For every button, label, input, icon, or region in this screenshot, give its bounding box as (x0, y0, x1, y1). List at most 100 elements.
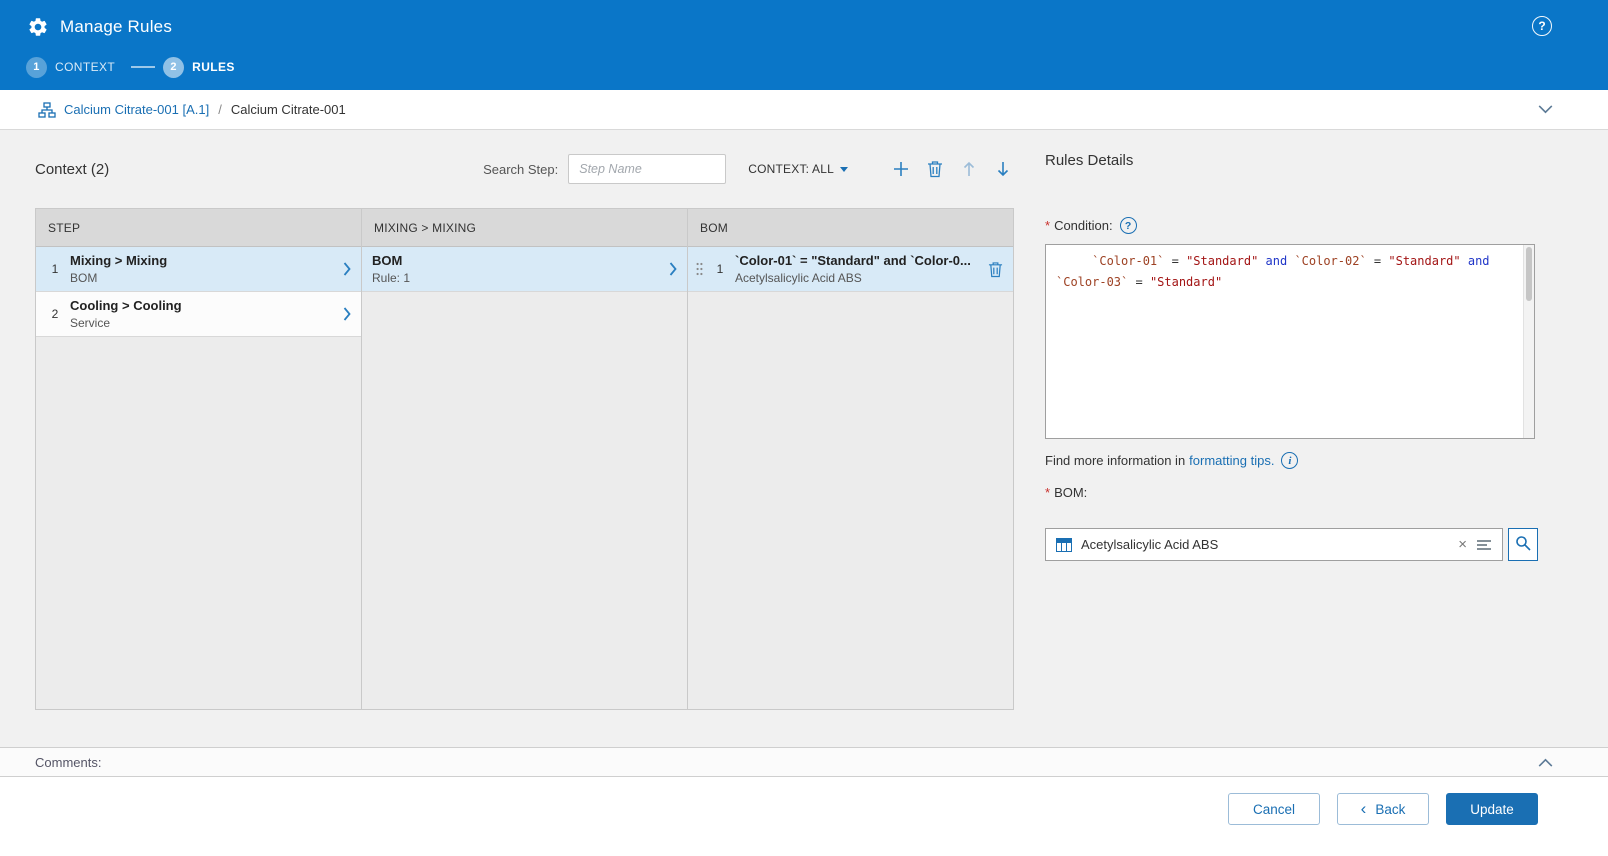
step-row-title: Cooling > Cooling (70, 298, 335, 313)
cancel-button[interactable]: Cancel (1228, 793, 1320, 825)
editor-scrollbar-thumb[interactable] (1526, 247, 1532, 301)
bom-field[interactable]: Acetylsalicylic Acid ABS × (1045, 528, 1503, 561)
context-panel: Context (2) Search Step: CONTEXT: ALL (35, 130, 1014, 710)
step-connector-line (131, 66, 155, 68)
step-context-number: 1 (26, 57, 47, 78)
row-number: 1 (46, 262, 64, 276)
search-step-label: Search Step: (483, 162, 558, 177)
app-header: Manage Rules ? 1 CONTEXT 2 RULES (0, 0, 1608, 90)
mixing-row-title: BOM (372, 253, 661, 268)
step-rules[interactable]: 2 RULES (163, 57, 235, 78)
clear-bom-icon[interactable]: × (1458, 537, 1467, 552)
formatting-info-line: Find more information in formatting tips… (1045, 452, 1573, 469)
bom-column: BOM 1 `Color-01` = "Standard" and `Color… (688, 209, 1013, 709)
hierarchy-icon (38, 102, 56, 118)
bom-rule-condition: `Color-01` = "Standard" and `Color-0... (735, 253, 980, 268)
bom-value: Acetylsalicylic Acid ABS (1081, 537, 1449, 552)
context-filter-label: CONTEXT: ALL (748, 162, 834, 176)
breadcrumb-current: Calcium Citrate-001 (231, 102, 346, 117)
question-glyph: ? (1125, 220, 1131, 232)
help-icon[interactable]: ? (1532, 16, 1552, 36)
cancel-button-label: Cancel (1253, 802, 1295, 817)
bom-table-icon (1056, 538, 1072, 552)
step-context-label: CONTEXT (55, 60, 115, 74)
back-button-label: Back (1375, 802, 1405, 817)
required-marker: * (1045, 218, 1050, 233)
step-column: STEP 1 Mixing > Mixing BOM 2 (36, 209, 362, 709)
rules-details-panel: Rules Details * Condition: ? `Color-01` … (1045, 130, 1573, 561)
chevron-up-icon[interactable] (1538, 758, 1553, 767)
mixing-column: MIXING > MIXING BOM Rule: 1 (362, 209, 688, 709)
row-text: Cooling > Cooling Service (70, 298, 335, 330)
delete-rule-icon[interactable] (988, 261, 1003, 278)
chevron-right-icon[interactable] (669, 262, 677, 276)
condition-help-icon[interactable]: ? (1120, 217, 1137, 234)
rules-details-title: Rules Details (1045, 152, 1573, 169)
mixing-row-1[interactable]: BOM Rule: 1 (362, 247, 687, 292)
row-text: BOM Rule: 1 (372, 253, 661, 285)
footer-actions: Cancel ‹ Back Update (0, 777, 1608, 856)
mixing-row-subtitle: Rule: 1 (372, 271, 661, 285)
context-table: STEP 1 Mixing > Mixing BOM 2 (35, 208, 1014, 710)
step-row-2[interactable]: 2 Cooling > Cooling Service (36, 292, 361, 337)
condition-field-label: * Condition: ? (1045, 217, 1573, 234)
step-row-1[interactable]: 1 Mixing > Mixing BOM (36, 247, 361, 292)
row-text: `Color-01` = "Standard" and `Color-0... … (735, 253, 980, 285)
bom-field-label: * BOM: (1045, 485, 1573, 500)
editor-scrollbar[interactable] (1523, 245, 1534, 438)
comments-section[interactable]: Comments: (0, 747, 1608, 777)
condition-code[interactable]: `Color-01` = "Standard" and `Color-02` =… (1046, 245, 1534, 438)
step-rules-label: RULES (192, 60, 235, 74)
move-up-icon[interactable] (958, 158, 980, 180)
breadcrumb-separator: / (218, 102, 222, 117)
comments-label: Comments: (35, 755, 101, 770)
move-down-icon[interactable] (992, 158, 1014, 180)
delete-step-icon[interactable] (924, 158, 946, 180)
breadcrumb: Calcium Citrate-001 [A.1] / Calcium Citr… (0, 90, 1608, 130)
step-rules-number: 2 (163, 57, 184, 78)
row-number: 2 (46, 307, 64, 321)
context-toolbar-actions: Search Step: CONTEXT: ALL (483, 154, 1014, 184)
chevron-right-icon[interactable] (343, 262, 351, 276)
info-glyph: i (1288, 455, 1291, 467)
main-content: Context (2) Search Step: CONTEXT: ALL (0, 130, 1608, 747)
breadcrumb-root-link[interactable]: Calcium Citrate-001 [A.1] (64, 102, 209, 117)
mixing-column-header: MIXING > MIXING (362, 209, 687, 247)
bom-list-icon[interactable] (1476, 539, 1492, 551)
caret-down-icon (840, 167, 848, 172)
formatting-info-text: Find more information in (1045, 453, 1185, 468)
chevron-right-icon[interactable] (343, 307, 351, 321)
back-button[interactable]: ‹ Back (1337, 793, 1429, 825)
wizard-stepper: 1 CONTEXT 2 RULES (26, 50, 1608, 84)
context-filter-dropdown[interactable]: CONTEXT: ALL (748, 162, 848, 176)
search-step-input[interactable] (568, 154, 726, 184)
update-button-label: Update (1470, 802, 1514, 817)
row-text: Mixing > Mixing BOM (70, 253, 335, 285)
update-button[interactable]: Update (1446, 793, 1538, 825)
bom-search-button[interactable] (1508, 528, 1538, 561)
condition-editor[interactable]: `Color-01` = "Standard" and `Color-02` =… (1045, 244, 1535, 439)
bom-rule-row-1[interactable]: 1 `Color-01` = "Standard" and `Color-0..… (688, 247, 1013, 292)
help-glyph: ? (1538, 19, 1545, 33)
chevron-down-icon[interactable] (1538, 105, 1553, 114)
drag-handle-icon[interactable] (696, 261, 703, 277)
required-marker: * (1045, 485, 1050, 500)
step-row-title: Mixing > Mixing (70, 253, 335, 268)
search-icon (1515, 535, 1531, 554)
context-title: Context (2) (35, 161, 109, 178)
bom-rule-subtitle: Acetylsalicylic Acid ABS (735, 271, 980, 285)
header-title-row: Manage Rules ? (26, 0, 1608, 48)
formatting-tips-link[interactable]: formatting tips. (1189, 453, 1274, 468)
page-title: Manage Rules (60, 17, 172, 37)
step-context[interactable]: 1 CONTEXT (26, 57, 115, 78)
step-row-subtitle: BOM (70, 271, 335, 285)
bom-field-row: Acetylsalicylic Acid ABS × (1045, 528, 1573, 561)
add-step-icon[interactable] (890, 158, 912, 180)
row-number: 1 (711, 262, 729, 276)
context-toolbar: Context (2) Search Step: CONTEXT: ALL (35, 130, 1014, 208)
manage-rules-window: Manage Rules ? 1 CONTEXT 2 RULES Calcium… (0, 0, 1608, 856)
condition-label: Condition: (1054, 218, 1113, 233)
bom-column-header: BOM (688, 209, 1013, 247)
info-icon[interactable]: i (1281, 452, 1298, 469)
step-column-header: STEP (36, 209, 361, 247)
